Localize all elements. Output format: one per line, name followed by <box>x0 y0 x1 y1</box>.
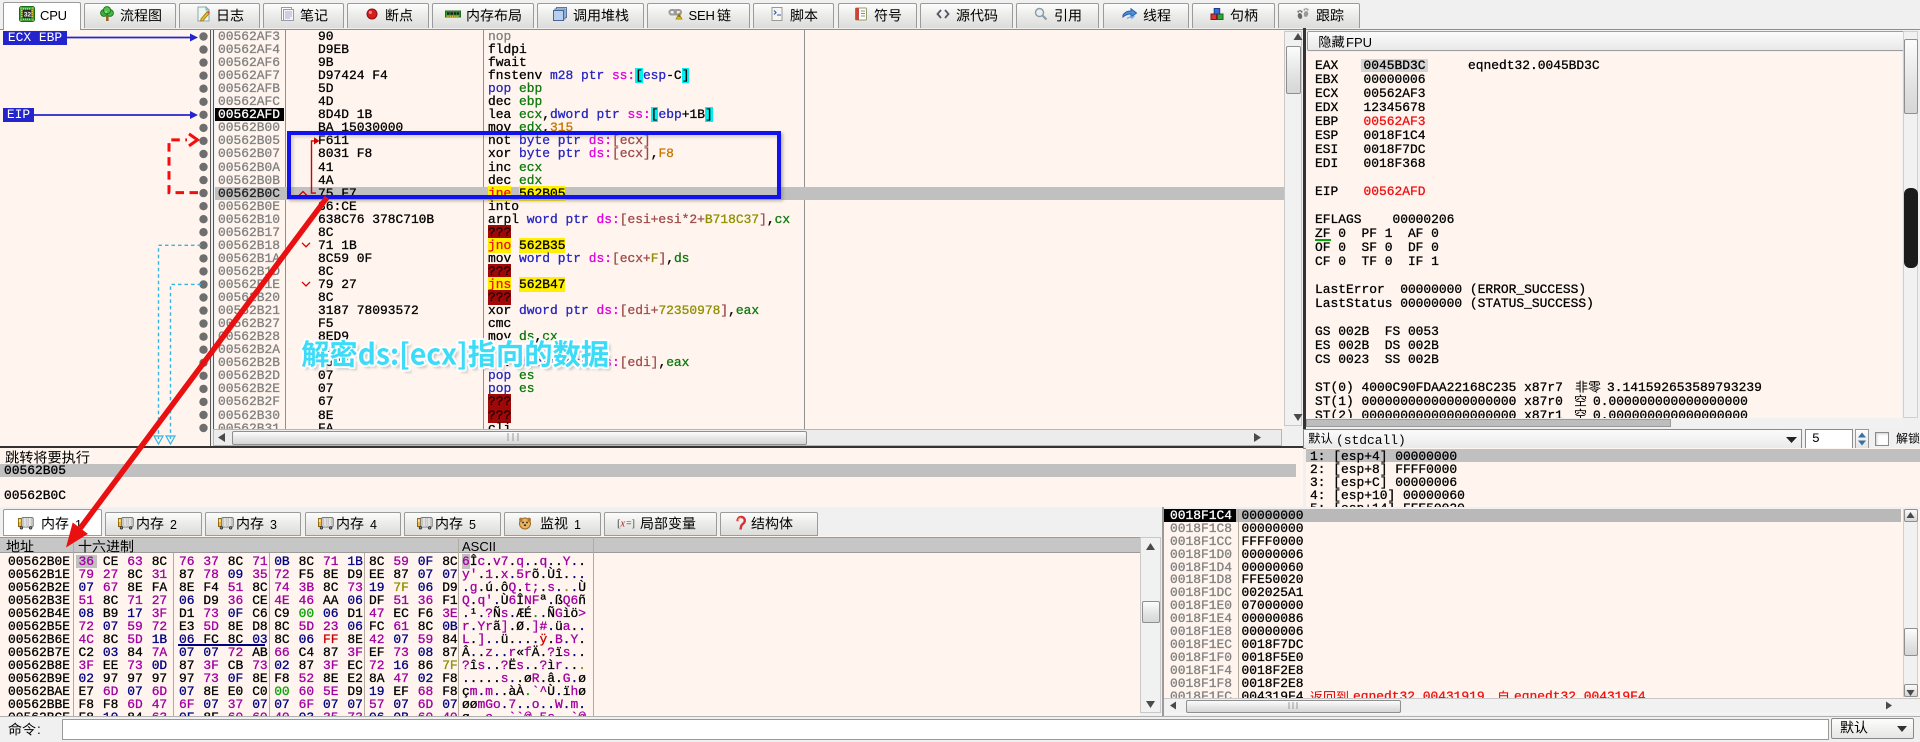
svg-text:=]: =] <box>626 519 635 530</box>
svg-text:32: 32 <box>24 11 32 18</box>
svg-text:x: x <box>620 519 626 530</box>
